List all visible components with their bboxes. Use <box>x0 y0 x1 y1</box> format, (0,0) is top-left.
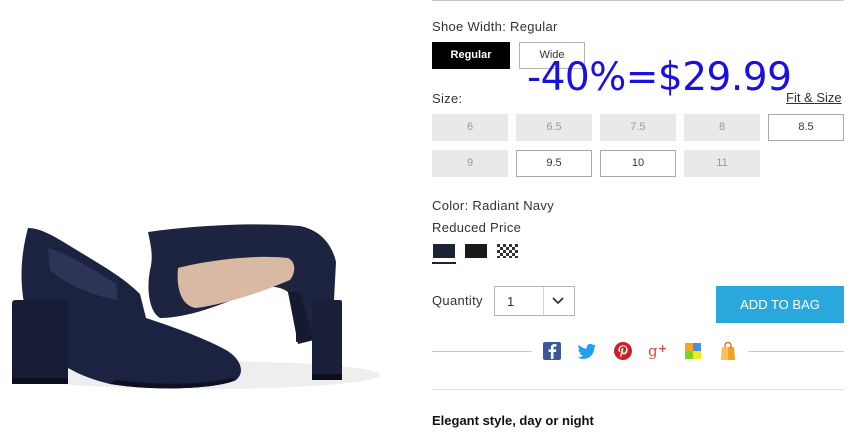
color-label: Color: Radiant Navy <box>432 198 555 213</box>
reduced-price-label: Reduced Price <box>432 220 522 235</box>
size-option-9-5[interactable]: 9.5 <box>516 150 592 177</box>
size-label: Size: <box>432 91 463 106</box>
description-headline: Elegant style, day or night <box>432 413 594 428</box>
size-option-6[interactable]: 6 <box>432 114 508 141</box>
share-divider-left <box>432 351 532 352</box>
size-option-9[interactable]: 9 <box>432 150 508 177</box>
google-plus-icon[interactable]: g + <box>648 341 668 361</box>
size-option-6-5[interactable]: 6.5 <box>516 114 592 141</box>
twitter-icon[interactable] <box>577 341 597 361</box>
fit-and-size-link[interactable]: Fit & Size <box>786 90 842 105</box>
size-option-11[interactable]: 11 <box>684 150 760 177</box>
size-option-7-5[interactable]: 7.5 <box>600 114 676 141</box>
share-divider-right <box>748 351 844 352</box>
shopping-bag-icon[interactable] <box>718 341 738 361</box>
swatch-black[interactable] <box>465 244 487 258</box>
size-option-8[interactable]: 8 <box>684 114 760 141</box>
svg-text:g: g <box>648 342 658 360</box>
promo-price-text: -40%=$29.99 <box>527 55 792 100</box>
swatch-radiant-navy[interactable] <box>433 244 455 258</box>
size-option-8-5[interactable]: 8.5 <box>768 114 844 141</box>
chevron-down-icon[interactable] <box>551 296 565 306</box>
top-divider <box>432 0 844 1</box>
quantity-value: 1 <box>507 294 515 309</box>
width-option-regular[interactable]: Regular <box>432 42 510 69</box>
svg-text:+: + <box>658 342 667 355</box>
description-divider <box>432 389 844 390</box>
shoe-width-label: Shoe Width: Regular <box>432 19 558 34</box>
facebook-icon[interactable] <box>542 341 562 361</box>
selected-swatch-indicator <box>432 262 456 264</box>
pinterest-icon[interactable] <box>613 341 633 361</box>
quantity-label: Quantity <box>432 293 483 308</box>
add-to-bag-button[interactable]: ADD TO BAG <box>716 286 844 323</box>
sharing-widget-icon[interactable] <box>683 341 703 361</box>
size-option-10[interactable]: 10 <box>600 150 676 177</box>
product-image <box>12 224 380 389</box>
quantity-divider <box>543 287 544 315</box>
swatch-houndstooth[interactable] <box>497 244 519 258</box>
quantity-select[interactable]: 1 <box>494 286 575 316</box>
